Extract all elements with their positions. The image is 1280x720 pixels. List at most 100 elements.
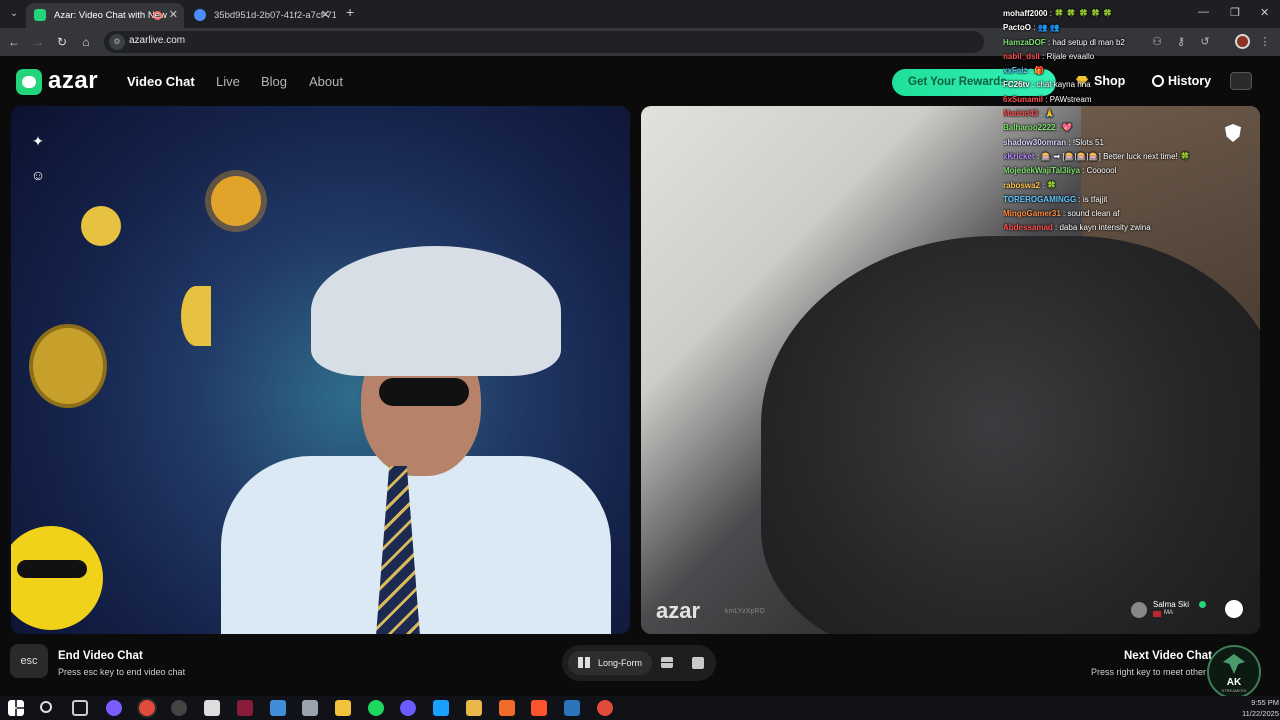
chat-text: : 🎰 ➡ [🎰|🎰|🎰] Better luck next time! 🍀 <box>1036 151 1190 161</box>
badge-subtitle: STREAMERS <box>1221 688 1247 693</box>
chat-message: xxFaiz : 🎁 <box>1003 64 1233 78</box>
system-clock[interactable]: 9:55 PM 11/22/2025 <box>1231 697 1279 719</box>
app-blue-icon[interactable] <box>270 700 286 716</box>
chat-bubble-icon[interactable] <box>1225 600 1243 618</box>
new-tab-button[interactable]: + <box>346 4 354 20</box>
eagle-icon <box>1223 654 1245 674</box>
stacked-layout-icon[interactable] <box>661 657 673 668</box>
url-text: azarlive.com <box>129 35 186 46</box>
chat-text: : !Slots 51 <box>1068 137 1104 147</box>
globe-favicon-icon <box>194 9 206 21</box>
badge-title: AK <box>1226 677 1242 688</box>
chat-username: Balharoo2222 <box>1003 123 1056 133</box>
chat-message: mohaff2000 : 🍀 🍀 🍀 🍀 🍀 <box>1003 7 1233 21</box>
split-layout-icon <box>578 657 590 668</box>
chrome-second-icon[interactable] <box>597 700 613 716</box>
site-info-icon[interactable]: ⚙ <box>109 34 125 50</box>
next-video-chat-label[interactable]: Next Video Chat <box>1124 650 1212 662</box>
close-tab-icon[interactable]: ✕ <box>169 3 178 28</box>
logo-text: azar <box>48 67 99 94</box>
clock-decoration <box>29 324 107 408</box>
nav-blog[interactable]: Blog <box>261 74 287 89</box>
obs-icon[interactable] <box>171 700 187 716</box>
layout-label: Long-Form <box>598 658 643 668</box>
folder-icon[interactable] <box>466 700 482 716</box>
home-icon[interactable]: ⌂ <box>78 34 94 50</box>
search-icon[interactable] <box>40 701 52 713</box>
end-video-chat-label[interactable]: End Video Chat <box>58 650 143 662</box>
address-bar[interactable]: ⚙ azarlive.com <box>104 31 984 53</box>
peer-avatar <box>1131 602 1147 618</box>
close-tab-icon[interactable]: ✕ <box>321 3 330 28</box>
chat-text: : PAWstream <box>1045 94 1092 104</box>
chat-message: xKricket : 🎰 ➡ [🎰|🎰|🎰] Better luck next … <box>1003 150 1233 164</box>
recording-icon <box>153 11 162 20</box>
gamepad-icon[interactable] <box>204 700 220 716</box>
cortana-icon[interactable] <box>106 700 122 716</box>
nav-live[interactable]: Live <box>216 74 240 89</box>
steam-icon[interactable] <box>433 700 449 716</box>
grid-layout-icon[interactable] <box>692 657 704 669</box>
tab-second[interactable]: 35bd951d-2b07-41f2-a7cf-716f ✕ <box>186 3 336 28</box>
clock-date: 11/22/2025 <box>1242 709 1279 718</box>
chat-text: : is tfajjit <box>1078 194 1108 204</box>
chat-text: : 👥 👥 <box>1033 23 1060 33</box>
chat-lines: mohaff2000 : 🍀 🍀 🍀 🍀 🍀 PactoO : 👥 👥 HamzaD… <box>1003 7 1233 236</box>
discord-icon[interactable] <box>400 700 416 716</box>
chat-message: shadow30omran : !Slots 51 <box>1003 136 1233 150</box>
azar-watermark: azar <box>656 598 701 623</box>
chat-username: MojedekWajiTal3liya <box>1003 166 1080 176</box>
chat-username: mohaff2000 <box>1003 9 1048 18</box>
chat-username: 6xSunamil <box>1003 94 1044 104</box>
crescent-decoration <box>181 286 211 346</box>
emoji-plush <box>11 526 103 630</box>
layout-switcher: Long-Form <box>562 645 716 681</box>
reload-icon[interactable]: ↻ <box>54 34 70 50</box>
chat-message: raboswa2 : 🍀 <box>1003 179 1233 193</box>
chat-text: : 🎁 <box>1029 66 1045 76</box>
steam-client-icon[interactable] <box>564 700 580 716</box>
menu-dots-icon[interactable]: ⋮ <box>1258 35 1272 49</box>
tab-azar[interactable]: Azar: Video Chat with New ✕ <box>26 3 184 28</box>
close-window-button[interactable]: ✕ <box>1260 6 1269 19</box>
chat-username: raboswa2 <box>1003 180 1040 190</box>
tab-search-icon[interactable]: ⌄ <box>6 6 22 22</box>
brave-icon[interactable] <box>531 700 547 716</box>
face-mask-icon[interactable]: ☺ <box>27 164 49 186</box>
peer-name: Salma Ski <box>1153 600 1190 609</box>
spotify-icon[interactable] <box>368 700 384 716</box>
sparkle-effects-icon[interactable]: ✦ <box>27 130 49 152</box>
nav-about[interactable]: About <box>309 74 343 89</box>
file-explorer-icon[interactable] <box>335 700 351 716</box>
forward-icon[interactable]: → <box>30 34 46 50</box>
esc-key-button[interactable]: esc <box>10 644 48 678</box>
chat-username: shadow30omran <box>1003 137 1067 147</box>
inbox-icon[interactable] <box>1230 72 1252 90</box>
profile-avatar[interactable] <box>1235 34 1250 49</box>
layout-long-form-button[interactable]: Long-Form <box>568 651 652 675</box>
moon-decoration <box>81 206 121 246</box>
chat-text: : 🙏 <box>1040 109 1055 119</box>
back-icon[interactable]: ← <box>6 34 22 50</box>
app-orange-icon[interactable] <box>499 700 515 716</box>
chat-message: 6xSunamil : PAWstream <box>1003 93 1233 107</box>
fur-blanket <box>761 236 1260 634</box>
chat-text: : chat kayna hna <box>1031 80 1091 90</box>
end-video-chat-hint: Press esc key to end video chat <box>58 667 186 677</box>
chat-message: TOREROGAMINGG : is tfajjit <box>1003 193 1233 207</box>
chat-message: PactoO : 👥 👥 <box>1003 21 1233 35</box>
nav-video-chat[interactable]: Video Chat <box>127 74 195 89</box>
chat-username: PactoO <box>1003 23 1032 33</box>
chat-username: HamzaDOF <box>1003 37 1046 47</box>
task-view-icon[interactable] <box>72 700 88 716</box>
chat-username: nabil_dsli <box>1003 51 1040 61</box>
app-v-icon[interactable] <box>237 700 253 716</box>
chat-message: Abdessamad : daba kayn intensity zwina <box>1003 221 1233 235</box>
chrome-icon[interactable] <box>139 700 155 716</box>
chat-username: Madrid43 <box>1003 109 1039 119</box>
call-controls: esc End Video Chat Press esc key to end … <box>0 644 1280 690</box>
local-video: ✦ ☺ <box>11 106 630 634</box>
start-windows-icon[interactable] <box>8 700 24 716</box>
app-grey-icon[interactable] <box>302 700 318 716</box>
streamer-badge-logo: AK STREAMERS <box>1207 645 1261 699</box>
